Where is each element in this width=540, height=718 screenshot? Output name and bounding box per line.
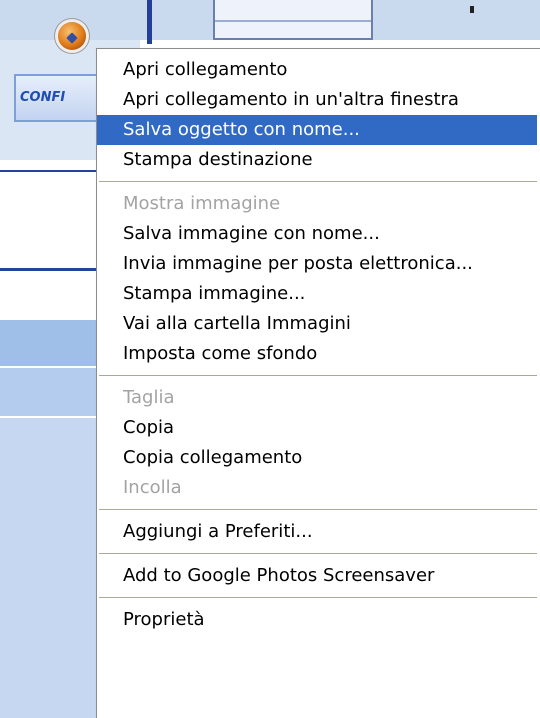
background-frame-divider xyxy=(215,20,371,22)
menu-item: Mostra immagine xyxy=(123,193,281,214)
background-divider xyxy=(0,170,100,172)
menu-item[interactable]: Stampa destinazione xyxy=(97,145,537,175)
menu-item[interactable]: Copia xyxy=(97,413,537,443)
menu-item[interactable]: Copia collegamento xyxy=(97,443,537,473)
menu-item[interactable]: Add to Google Photos Screensaver xyxy=(97,561,537,591)
background-band xyxy=(0,418,100,718)
menu-item[interactable]: Apri collegamento in un'altra finestra xyxy=(97,85,537,115)
menu-separator xyxy=(99,181,537,182)
menu-item[interactable]: Invia immagine per posta elettronica... xyxy=(97,249,537,279)
menu-separator xyxy=(99,509,537,510)
background-frame-border xyxy=(147,0,152,44)
background-band xyxy=(0,368,100,416)
config-button[interactable]: CONFI xyxy=(14,74,104,122)
background-marker xyxy=(470,6,474,13)
menu-item[interactable]: Salva immagine con nome... xyxy=(97,219,537,249)
menu-separator xyxy=(99,375,537,376)
menu-item[interactable]: Proprietà xyxy=(97,605,537,635)
menu-item[interactable]: Apri collegamento xyxy=(97,55,537,85)
menu-item[interactable]: Salva oggetto con nome... xyxy=(97,115,537,145)
menu-separator xyxy=(99,553,537,554)
menu-item: Incolla xyxy=(123,477,182,498)
menu-item[interactable]: Imposta come sfondo xyxy=(97,339,537,369)
background-divider xyxy=(0,268,100,271)
menu-item[interactable]: Vai alla cartella Immagini xyxy=(97,309,537,339)
menu-separator xyxy=(99,597,537,598)
background-band xyxy=(0,320,100,366)
menu-item[interactable]: Aggiungi a Preferiti... xyxy=(97,517,537,547)
menu-item[interactable]: Stampa immagine... xyxy=(97,279,537,309)
logo-icon[interactable] xyxy=(58,22,86,50)
menu-item: Taglia xyxy=(123,387,175,408)
context-menu: Apri collegamento Apri collegamento in un… xyxy=(96,48,540,718)
